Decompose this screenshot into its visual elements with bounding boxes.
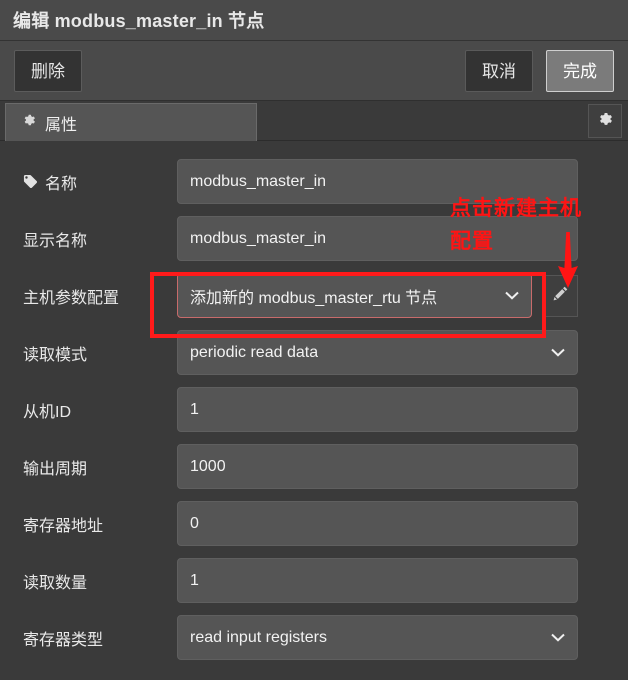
label-name: 名称 — [23, 170, 177, 194]
register-type-select-value: read input registers — [190, 628, 327, 646]
tab-properties[interactable]: 属性 — [5, 103, 257, 141]
slave-id-input[interactable]: 1 — [177, 387, 578, 432]
label-read-quantity: 读取数量 — [23, 569, 177, 593]
label-output-period: 输出周期 — [23, 455, 177, 479]
display-name-input-value: modbus_master_in — [190, 229, 327, 247]
tag-icon — [23, 174, 38, 189]
host-config-edit-button[interactable] — [543, 274, 578, 317]
dialog-settings-button[interactable] — [588, 104, 622, 138]
form-row-name: 名称 modbus_master_in — [0, 159, 628, 204]
label-display-name-text: 显示名称 — [23, 232, 88, 250]
form-row-slave-id: 从机ID 1 — [0, 387, 628, 432]
slave-id-input-value: 1 — [190, 400, 199, 418]
delete-button[interactable]: 删除 — [14, 49, 82, 92]
form-row-output-period: 输出周期 1000 — [0, 444, 628, 489]
label-read-mode-text: 读取模式 — [23, 346, 88, 364]
chevron-down-icon — [505, 287, 519, 305]
label-register-type: 寄存器类型 — [23, 626, 177, 650]
label-display-name: 显示名称 — [23, 227, 177, 251]
dialog-action-bar: 删除 取消 完成 — [0, 41, 628, 101]
label-read-mode: 读取模式 — [23, 341, 177, 365]
name-input-value: modbus_master_in — [190, 172, 327, 190]
register-type-select[interactable]: read input registers — [177, 615, 578, 660]
form-row-read-mode: 读取模式 periodic read data — [0, 330, 628, 375]
form-row-read-quantity: 读取数量 1 — [0, 558, 628, 603]
read-mode-select[interactable]: periodic read data — [177, 330, 578, 375]
output-period-input-value: 1000 — [190, 457, 226, 475]
label-slave-id-text: 从机ID — [23, 403, 72, 421]
label-register-address: 寄存器地址 — [23, 512, 177, 536]
label-name-text: 名称 — [45, 175, 78, 193]
pencil-icon — [552, 285, 569, 307]
name-input[interactable]: modbus_master_in — [177, 159, 578, 204]
chevron-down-icon — [551, 629, 565, 647]
gear-icon — [597, 111, 613, 132]
cancel-button[interactable]: 取消 — [465, 49, 533, 92]
read-mode-select-value: periodic read data — [190, 343, 319, 361]
form-row-register-address: 寄存器地址 0 — [0, 501, 628, 546]
label-output-period-text: 输出周期 — [23, 460, 88, 478]
form-row-display-name: 显示名称 modbus_master_in — [0, 216, 628, 261]
read-quantity-input-value: 1 — [190, 571, 199, 589]
dialog-title: 编辑 modbus_master_in 节点 — [13, 11, 265, 31]
properties-form: 名称 modbus_master_in 显示名称 modbus_master_i… — [0, 141, 628, 680]
host-config-select-value: 添加新的 modbus_master_rtu 节点 — [190, 289, 438, 307]
done-button[interactable]: 完成 — [546, 49, 614, 92]
dialog-titlebar: 编辑 modbus_master_in 节点 — [0, 0, 628, 41]
tab-properties-label: 属性 — [45, 116, 78, 134]
host-config-select[interactable]: 添加新的 modbus_master_rtu 节点 — [177, 273, 532, 318]
register-address-input-value: 0 — [190, 514, 199, 532]
output-period-input[interactable]: 1000 — [177, 444, 578, 489]
label-slave-id: 从机ID — [23, 398, 177, 422]
read-quantity-input[interactable]: 1 — [177, 558, 578, 603]
label-register-type-text: 寄存器类型 — [23, 631, 104, 649]
gear-icon — [22, 113, 36, 132]
label-host-config-text: 主机参数配置 — [23, 289, 120, 307]
display-name-input[interactable]: modbus_master_in — [177, 216, 578, 261]
form-row-register-type: 寄存器类型 read input registers — [0, 615, 628, 660]
register-address-input[interactable]: 0 — [177, 501, 578, 546]
label-host-config: 主机参数配置 — [23, 284, 177, 308]
form-row-host-config: 主机参数配置 添加新的 modbus_master_rtu 节点 — [0, 273, 628, 318]
tab-strip: 属性 — [0, 101, 628, 141]
label-read-quantity-text: 读取数量 — [23, 574, 88, 592]
label-register-address-text: 寄存器地址 — [23, 517, 104, 535]
edit-node-dialog: 编辑 modbus_master_in 节点 删除 取消 完成 属性 名称 mo… — [0, 0, 628, 680]
chevron-down-icon — [551, 344, 565, 362]
